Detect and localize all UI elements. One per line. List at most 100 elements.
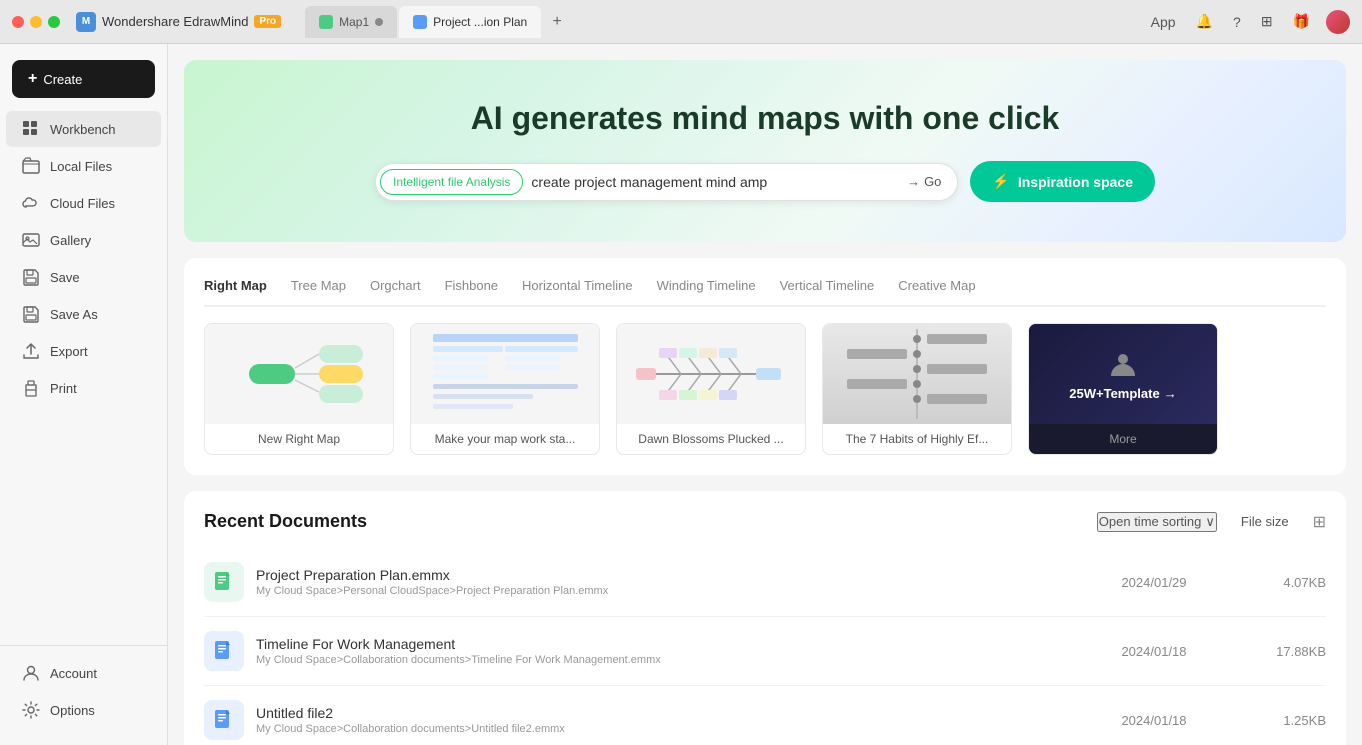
doc-info-0: Project Preparation Plan.emmx My Cloud S… <box>256 567 1082 597</box>
map-cards: New Right Map <box>204 323 1326 455</box>
sidebar-item-cloud-files[interactable]: Cloud Files <box>6 185 161 221</box>
doc-item-1[interactable]: Timeline For Work Management My Cloud Sp… <box>204 617 1326 686</box>
help-icon[interactable]: ? <box>1229 10 1245 34</box>
grid-icon[interactable]: ⊞ <box>1257 9 1277 34</box>
doc-info-1: Timeline For Work Management My Cloud Sp… <box>256 636 1082 666</box>
traffic-lights <box>12 16 60 28</box>
print-icon <box>22 379 40 397</box>
map-card-img-dawn-blossoms <box>617 324 805 424</box>
map-card-new-right-map[interactable]: New Right Map <box>204 323 394 455</box>
sidebar-item-print[interactable]: Print <box>6 370 161 406</box>
map-card-dawn-blossoms[interactable]: Dawn Blossoms Plucked ... <box>616 323 806 455</box>
hero-banner: AI generates mind maps with one click In… <box>184 60 1346 242</box>
doc-size-2: 1.25KB <box>1226 713 1326 728</box>
doc-date-2: 2024/01/18 <box>1094 713 1214 728</box>
file-size-column-label: File size <box>1241 514 1289 529</box>
go-button[interactable]: → Go <box>899 170 949 193</box>
doc-item-2[interactable]: Untitled file2 My Cloud Space>Collaborat… <box>204 686 1326 745</box>
sidebar-item-save[interactable]: Save <box>6 259 161 295</box>
doc-icon-0 <box>204 562 244 602</box>
sidebar-label-workbench: Workbench <box>50 122 116 137</box>
template-arrow: → <box>1164 386 1177 401</box>
sidebar-label-gallery: Gallery <box>50 233 91 248</box>
sidebar-nav: Workbench Local Files Cl <box>0 110 167 645</box>
map-card-label-tree-map: Make your map work sta... <box>411 424 599 454</box>
map-tab-vertical-timeline[interactable]: Vertical Timeline <box>780 278 875 307</box>
map-card-tree-map[interactable]: Make your map work sta... <box>410 323 600 455</box>
map-tab-fishbone[interactable]: Fishbone <box>445 278 498 307</box>
hero-input-container: Intelligent file Analysis → Go <box>375 163 958 201</box>
account-icon <box>22 664 40 682</box>
map-tab-horizontal-timeline[interactable]: Horizontal Timeline <box>522 278 633 307</box>
doc-item-0[interactable]: Project Preparation Plan.emmx My Cloud S… <box>204 548 1326 617</box>
sidebar-item-local-files[interactable]: Local Files <box>6 148 161 184</box>
map-card-img-right-map <box>205 324 393 424</box>
tab-map1[interactable]: Map1 <box>305 6 397 38</box>
sidebar-label-account: Account <box>50 666 97 681</box>
pro-badge: Pro <box>254 15 281 28</box>
ai-prompt-input[interactable] <box>523 168 899 196</box>
map-card-label-7-habits: The 7 Habits of Highly Ef... <box>823 424 1011 454</box>
app-logo: M Wondershare EdrawMind Pro <box>76 12 281 32</box>
map-tab-orgchart[interactable]: Orgchart <box>370 278 421 307</box>
app-container: + Create Workbench <box>0 44 1362 745</box>
recent-documents-title: Recent Documents <box>204 511 367 532</box>
analysis-badge[interactable]: Intelligent file Analysis <box>380 169 523 195</box>
gallery-icon <box>22 231 40 249</box>
gift-icon[interactable]: 🎁 <box>1289 9 1314 34</box>
map-tab-right-map[interactable]: Right Map <box>204 278 267 307</box>
sidebar-label-print: Print <box>50 381 77 396</box>
map-card-label-dawn-blossoms: Dawn Blossoms Plucked ... <box>617 424 805 454</box>
map-card-img-7-habits <box>823 324 1011 424</box>
doc-date-1: 2024/01/18 <box>1094 644 1214 659</box>
map-tabs: Right Map Tree Map Orgchart Fishbone Hor… <box>204 278 1326 307</box>
maximize-button[interactable] <box>48 16 60 28</box>
titlebar: M Wondershare EdrawMind Pro Map1 Project… <box>0 0 1362 44</box>
sidebar-item-gallery[interactable]: Gallery <box>6 222 161 258</box>
save-icon <box>22 268 40 286</box>
doc-size-1: 17.88KB <box>1226 644 1326 659</box>
bell-icon[interactable]: 🔔 <box>1192 9 1217 34</box>
doc-date-0: 2024/01/29 <box>1094 575 1214 590</box>
sidebar-label-save-as: Save As <box>50 307 98 322</box>
minimize-button[interactable] <box>30 16 42 28</box>
sort-button[interactable]: Open time sorting ∨ <box>1097 512 1217 532</box>
sidebar-item-workbench[interactable]: Workbench <box>6 111 161 147</box>
doc-name-2: Untitled file2 <box>256 705 1082 721</box>
app-logo-icon: M <box>76 12 96 32</box>
close-button[interactable] <box>12 16 24 28</box>
sidebar-item-save-as[interactable]: Save As <box>6 296 161 332</box>
map-tab-creative-map[interactable]: Creative Map <box>898 278 975 307</box>
go-label: Go <box>924 174 941 189</box>
create-button[interactable]: + Create <box>12 60 155 98</box>
tab-projection-plan[interactable]: Project ...ion Plan <box>399 6 541 38</box>
template-count: 25W+Template <box>1069 386 1159 401</box>
inspiration-space-button[interactable]: ⚡ Inspiration space <box>970 161 1155 202</box>
sidebar: + Create Workbench <box>0 44 168 745</box>
doc-path-2: My Cloud Space>Collaboration documents>U… <box>256 723 1082 735</box>
map-tab-winding-timeline[interactable]: Winding Timeline <box>657 278 756 307</box>
hero-input-row: Intelligent file Analysis → Go ⚡ Inspira… <box>375 161 1155 202</box>
hero-title: AI generates mind maps with one click <box>214 100 1316 137</box>
sidebar-item-account[interactable]: Account <box>6 655 161 691</box>
recent-header: Recent Documents Open time sorting ∨ Fil… <box>204 511 1326 532</box>
add-tab-icon: + <box>553 13 562 31</box>
tab-icon-map1 <box>319 15 333 29</box>
sidebar-item-options[interactable]: Options <box>6 692 161 728</box>
app-label[interactable]: App <box>1147 10 1180 34</box>
add-tab-button[interactable]: + <box>543 8 571 36</box>
tab-dot-map1 <box>375 18 383 26</box>
map-card-7-habits[interactable]: The 7 Habits of Highly Ef... <box>822 323 1012 455</box>
view-toggle-button[interactable]: ⊞ <box>1313 512 1326 532</box>
user-avatar[interactable] <box>1326 10 1350 34</box>
workbench-icon <box>22 120 40 138</box>
doc-icon-1 <box>204 631 244 671</box>
sidebar-item-export[interactable]: Export <box>6 333 161 369</box>
sidebar-label-save: Save <box>50 270 80 285</box>
export-icon <box>22 342 40 360</box>
sort-chevron-icon: ∨ <box>1205 514 1215 530</box>
map-card-more[interactable]: 25W+Template → More <box>1028 323 1218 455</box>
sidebar-label-cloud-files: Cloud Files <box>50 196 115 211</box>
sort-label: Open time sorting <box>1099 514 1202 529</box>
map-tab-tree-map[interactable]: Tree Map <box>291 278 346 307</box>
